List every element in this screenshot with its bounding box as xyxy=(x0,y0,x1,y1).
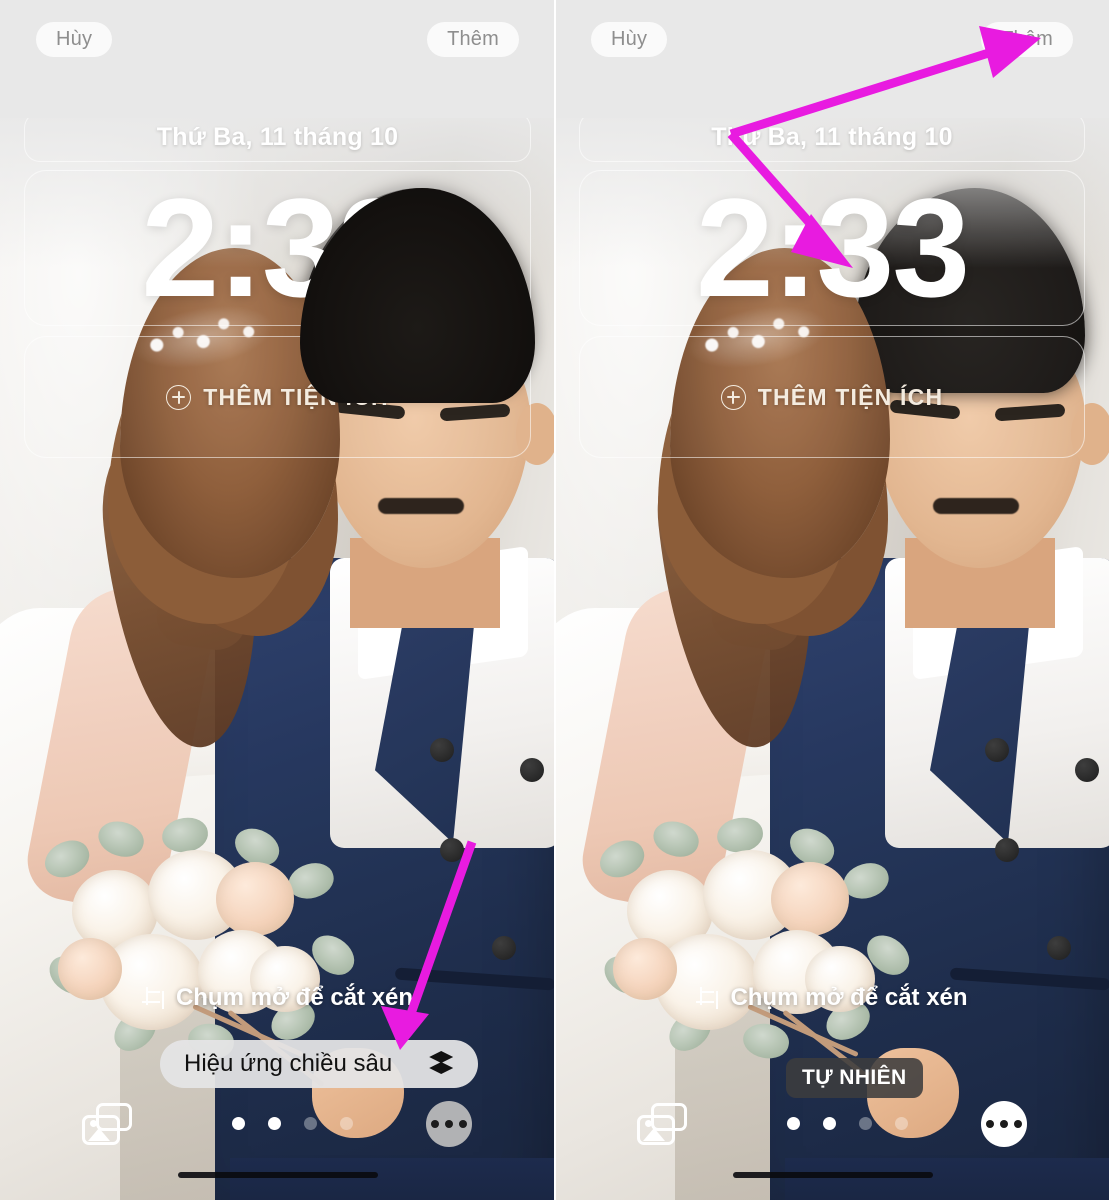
home-indicator xyxy=(733,1172,933,1178)
lockscreen-date: Thứ Ba, 11 tháng 10 xyxy=(156,122,399,151)
lockscreen-ui-before: Thứ Ba, 11 tháng 10 2:32 THÊM TIỆN ÍCH C… xyxy=(0,0,555,1200)
ellipsis-icon xyxy=(1014,1120,1022,1128)
depth-effect-toggle[interactable]: Hiệu ứng chiều sâu xyxy=(160,1040,479,1088)
editor-topbar-before: Hùy Thêm xyxy=(0,0,555,118)
crop-hint-before: Chụm mở để cắt xén xyxy=(0,984,555,1012)
ellipsis-icon xyxy=(459,1120,467,1128)
ellipsis-icon xyxy=(431,1120,439,1128)
lockscreen-ui-after: Thứ Ba, 11 tháng 10 2:33 THÊM TIỆN ÍCH C… xyxy=(555,0,1109,1200)
screenshot-stage: Thứ Ba, 11 tháng 10 2:32 THÊM TIỆN ÍCH C… xyxy=(0,0,1109,1200)
crop-hint-label: Chụm mở để cắt xén xyxy=(175,984,414,1011)
add-widget-label: THÊM TIỆN ÍCH xyxy=(757,383,944,410)
depth-effect-label: Hiệu ứng chiều sâu xyxy=(184,1050,393,1077)
page-dots-before[interactable] xyxy=(232,1117,353,1130)
page-dot[interactable] xyxy=(340,1117,353,1130)
more-options-button-before[interactable] xyxy=(426,1101,472,1147)
ellipsis-icon xyxy=(1000,1120,1008,1128)
lockscreen-date: Thứ Ba, 11 tháng 10 xyxy=(711,122,953,151)
crop-hint-after: Chụm mở để cắt xén xyxy=(555,984,1109,1012)
cancel-button[interactable]: Hùy xyxy=(36,22,113,57)
ellipsis-icon xyxy=(986,1120,994,1128)
page-dot[interactable] xyxy=(304,1117,317,1130)
page-dot[interactable] xyxy=(268,1117,281,1130)
editor-topbar-after: Hùy Thêm xyxy=(555,0,1109,118)
page-dot[interactable] xyxy=(895,1117,908,1130)
panel-before: Thứ Ba, 11 tháng 10 2:32 THÊM TIỆN ÍCH C… xyxy=(0,0,555,1200)
home-indicator xyxy=(178,1172,378,1178)
add-widget-button[interactable]: THÊM TIỆN ÍCH xyxy=(555,336,1109,458)
lockscreen-clock[interactable]: 2:33 xyxy=(555,168,1109,328)
photo-stack-icon[interactable] xyxy=(637,1103,687,1145)
add-widget-label: THÊM TIỆN ÍCH xyxy=(203,383,389,410)
plus-circle-icon xyxy=(720,384,746,410)
more-options-button-after[interactable] xyxy=(981,1101,1027,1147)
page-dot[interactable] xyxy=(859,1117,872,1130)
layers-icon xyxy=(426,1051,456,1077)
page-dot[interactable] xyxy=(823,1117,836,1130)
panel-after: Thứ Ba, 11 tháng 10 2:33 THÊM TIỆN ÍCH C… xyxy=(555,0,1109,1200)
page-dot[interactable] xyxy=(787,1117,800,1130)
page-dot[interactable] xyxy=(232,1117,245,1130)
crop-hint-label: Chụm mở để cắt xén xyxy=(730,984,968,1011)
crop-icon xyxy=(141,987,164,1009)
lockscreen-clock[interactable]: 2:32 xyxy=(0,168,555,328)
add-widget-button[interactable]: THÊM TIỆN ÍCH xyxy=(0,336,555,458)
plus-circle-icon xyxy=(166,384,192,410)
page-dots-after[interactable] xyxy=(787,1117,908,1130)
cancel-button[interactable]: Hùy xyxy=(591,22,668,57)
ellipsis-icon xyxy=(445,1120,453,1128)
natural-style-badge: TỰ NHIÊN xyxy=(786,1058,923,1098)
photo-stack-icon[interactable] xyxy=(82,1103,132,1145)
crop-icon xyxy=(696,987,719,1009)
add-button[interactable]: Thêm xyxy=(981,22,1073,57)
panel-divider xyxy=(554,0,556,1200)
add-button[interactable]: Thêm xyxy=(427,22,519,57)
